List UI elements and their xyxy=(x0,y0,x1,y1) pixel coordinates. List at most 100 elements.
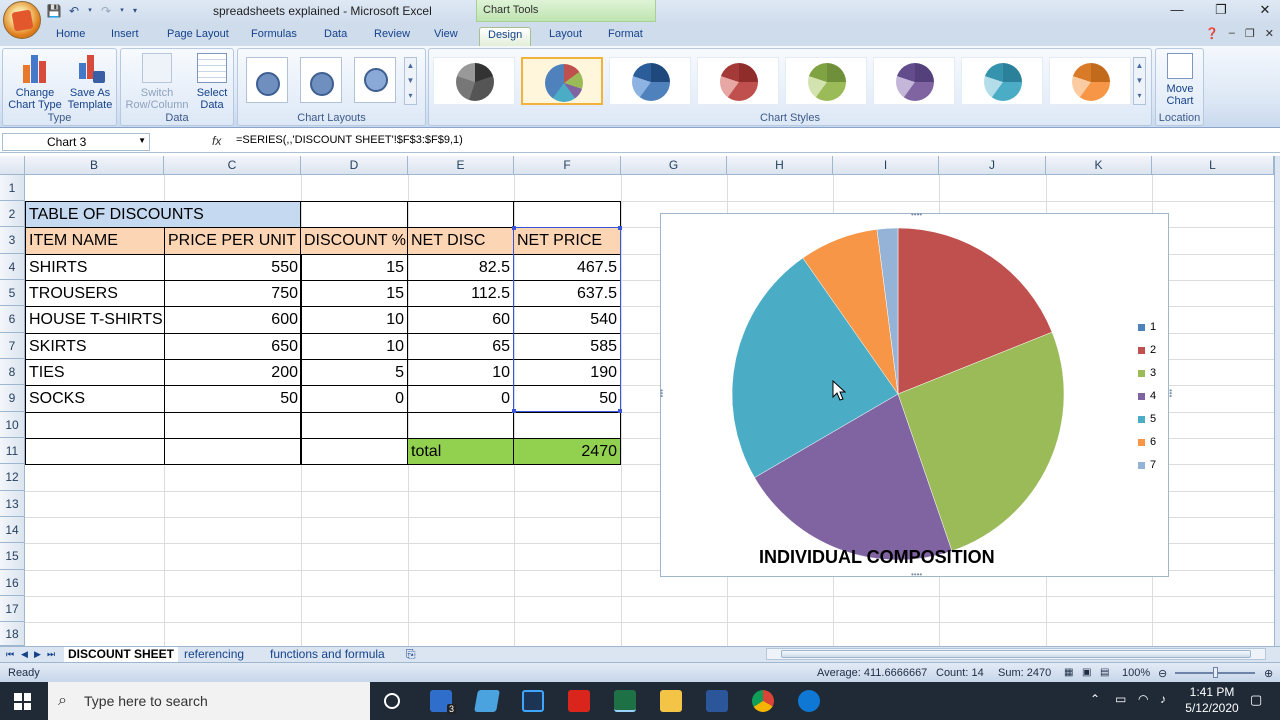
row-header[interactable]: 17 xyxy=(0,596,25,622)
range-handle[interactable] xyxy=(618,409,622,413)
row-header[interactable]: 12 xyxy=(0,464,25,491)
column-header-b[interactable]: B xyxy=(25,156,164,175)
column-header-k[interactable]: K xyxy=(1046,156,1152,175)
cell[interactable] xyxy=(25,412,165,439)
range-handle[interactable] xyxy=(512,226,516,230)
name-box-dropdown-icon[interactable]: ▼ xyxy=(138,136,146,145)
row-header[interactable]: 18 xyxy=(0,622,25,646)
clock-date[interactable]: 5/12/2020 xyxy=(1182,701,1242,715)
row-header[interactable]: 10 xyxy=(0,412,25,438)
horizontal-scroll-thumb[interactable] xyxy=(781,650,1251,658)
chart-style-6[interactable] xyxy=(873,57,955,105)
column-header-l[interactable]: L xyxy=(1152,156,1274,175)
zoom-in-icon[interactable]: ⊕ xyxy=(1264,667,1273,680)
undo-icon[interactable]: ↶ xyxy=(66,3,82,19)
chart-title[interactable]: INDIVIDUAL COMPOSITION xyxy=(759,547,995,568)
close-button[interactable]: ✕ xyxy=(1258,2,1272,18)
legend-entry-5[interactable]: 5 xyxy=(1138,413,1156,425)
table-cell[interactable]: 10 xyxy=(300,306,408,334)
acrobat-reader-icon[interactable] xyxy=(568,690,590,712)
select-all-corner[interactable] xyxy=(0,156,25,175)
cell[interactable] xyxy=(513,201,621,228)
chart-style-7[interactable] xyxy=(961,57,1043,105)
table-cell[interactable]: TIES xyxy=(25,359,165,386)
wifi-icon[interactable]: ◠ xyxy=(1138,692,1148,706)
table-cell[interactable]: 0 xyxy=(407,385,514,413)
row-header[interactable]: 6 xyxy=(0,306,25,333)
file-explorer-icon[interactable] xyxy=(660,690,682,712)
row-header[interactable]: 15 xyxy=(0,543,25,570)
tray-expand-icon[interactable]: ⌃ xyxy=(1090,692,1100,706)
header-cell[interactable]: PRICE PER UNIT xyxy=(164,227,302,255)
chart-resize-handle[interactable]: •••• xyxy=(911,570,922,579)
chart-style-1[interactable] xyxy=(433,57,515,105)
table-cell[interactable]: 190 xyxy=(513,359,621,386)
notes-app-icon[interactable] xyxy=(474,690,500,712)
cell[interactable] xyxy=(164,438,302,465)
insert-function-icon[interactable]: fx xyxy=(212,134,221,148)
select-data-button[interactable]: Select Data xyxy=(191,53,233,111)
tab-view[interactable]: View xyxy=(426,27,466,46)
table-cell[interactable]: 0 xyxy=(300,385,408,413)
tab-data[interactable]: Data xyxy=(316,27,355,46)
tab-page-layout[interactable]: Page Layout xyxy=(159,27,237,46)
table-cell[interactable]: 750 xyxy=(164,280,302,307)
formula-input[interactable]: =SERIES(,,'DISCOUNT SHEET'!$F$3:$F$9,1) xyxy=(236,134,463,146)
range-handle[interactable] xyxy=(618,226,622,230)
customize-qat-icon[interactable]: ▾ xyxy=(130,3,140,19)
header-cell[interactable]: ITEM NAME xyxy=(25,227,165,255)
sheet-nav-last-icon[interactable]: ⏭ xyxy=(47,647,55,663)
cell[interactable] xyxy=(407,201,514,228)
tab-layout[interactable]: Layout xyxy=(541,27,590,46)
legend-entry-2[interactable]: 2 xyxy=(1138,344,1156,356)
cell[interactable] xyxy=(513,412,621,439)
row-header[interactable]: 11 xyxy=(0,438,25,464)
table-cell[interactable]: 65 xyxy=(407,333,514,360)
sheet-nav-prev-icon[interactable]: ◀ xyxy=(21,647,28,663)
name-box[interactable]: Chart 3 ▼ xyxy=(2,133,150,151)
edge-icon[interactable] xyxy=(798,690,820,712)
sheet-nav-next-icon[interactable]: ▶ xyxy=(34,647,41,663)
header-cell[interactable]: NET PRICE xyxy=(513,227,621,255)
cell[interactable] xyxy=(164,412,302,439)
cell[interactable] xyxy=(407,412,514,439)
table-cell[interactable]: 15 xyxy=(300,254,408,281)
table-cell[interactable]: 112.5 xyxy=(407,280,514,307)
table-cell[interactable]: 15 xyxy=(300,280,408,307)
clock-time[interactable]: 1:41 PM xyxy=(1182,685,1242,699)
tab-design[interactable]: Design xyxy=(479,27,531,46)
table-cell[interactable]: SOCKS xyxy=(25,385,165,413)
sheet-nav-first-icon[interactable]: ⏮ xyxy=(6,647,14,663)
save-icon[interactable]: 💾 xyxy=(46,3,62,19)
column-header-g[interactable]: G xyxy=(621,156,727,175)
table-cell[interactable]: 50 xyxy=(513,385,621,413)
header-cell[interactable]: DISCOUNT % xyxy=(300,227,408,255)
workbook-restore-icon[interactable]: ❐ xyxy=(1245,27,1255,40)
mail-app-icon[interactable]: 3 xyxy=(430,690,456,714)
tab-home[interactable]: Home xyxy=(48,27,93,46)
tab-review[interactable]: Review xyxy=(366,27,418,46)
total-value-cell[interactable]: 2470 xyxy=(513,438,621,465)
zoom-slider-thumb[interactable] xyxy=(1213,667,1218,678)
total-label-cell[interactable]: total xyxy=(407,438,514,465)
sheet-tab-referencing[interactable]: referencing xyxy=(184,647,244,663)
legend-entry-3[interactable]: 3 xyxy=(1138,367,1156,379)
redo-dropdown-icon[interactable]: ▾ xyxy=(118,3,126,19)
redo-icon[interactable]: ↷ xyxy=(98,3,114,19)
chrome-icon[interactable] xyxy=(752,690,774,712)
table-cell[interactable]: SKIRTS xyxy=(25,333,165,360)
page-layout-view-icon[interactable]: ▣ xyxy=(1082,667,1091,678)
table-cell[interactable]: 10 xyxy=(300,333,408,360)
horizontal-scrollbar[interactable] xyxy=(766,648,1266,660)
chart-layouts-scroll[interactable]: ▲ ▼ ▾ xyxy=(404,57,417,105)
chart-styles-scroll[interactable]: ▲ ▼ ▾ xyxy=(1133,57,1146,105)
table-cell[interactable]: 10 xyxy=(407,359,514,386)
chart-layout-3[interactable] xyxy=(354,57,396,103)
row-header[interactable]: 5 xyxy=(0,280,25,306)
vertical-scrollbar[interactable] xyxy=(1274,156,1280,646)
column-header-i[interactable]: I xyxy=(833,156,939,175)
row-header[interactable]: 9 xyxy=(0,385,25,412)
row-header[interactable]: 2 xyxy=(0,201,25,227)
sheet-tab-functions-and-formula[interactable]: functions and formula xyxy=(270,647,385,663)
chart-style-5[interactable] xyxy=(785,57,867,105)
